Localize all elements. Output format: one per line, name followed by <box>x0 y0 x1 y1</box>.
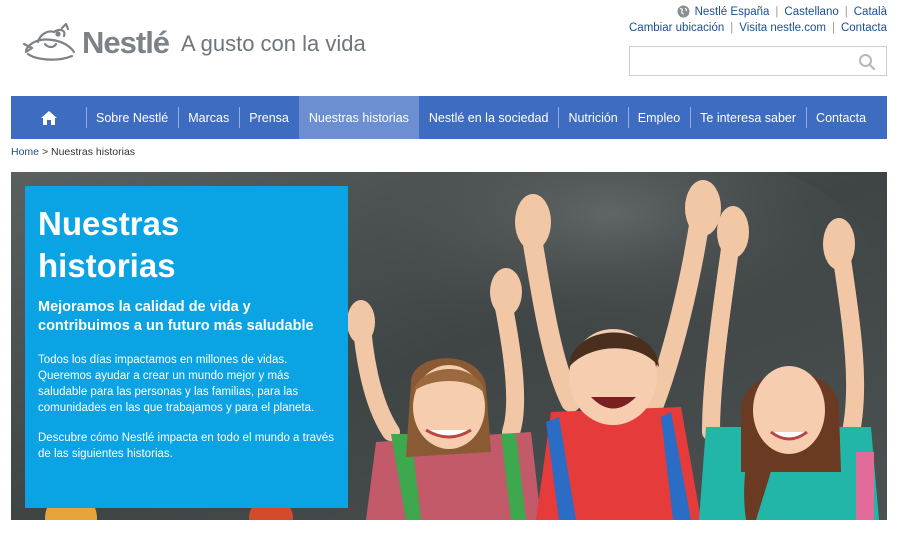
link-cambiar-ubicacion[interactable]: Cambiar ubicación <box>629 22 724 34</box>
separator: | <box>831 22 835 34</box>
link-visita-nestle-com[interactable]: Visita nestle.com <box>739 22 826 34</box>
separator: | <box>730 22 734 34</box>
link-castellano[interactable]: Castellano <box>784 6 838 18</box>
link-catala[interactable]: Català <box>854 6 887 18</box>
search-input[interactable] <box>630 47 850 75</box>
nav-item-nuestras-historias[interactable]: Nuestras historias <box>298 96 419 139</box>
tagline: A gusto con la vida <box>181 31 366 56</box>
hero-title-line1: Nuestras <box>38 205 180 242</box>
hero-paragraph-1: Todos los días impactamos en millones de… <box>38 354 315 414</box>
utility-links-second: Cambiar ubicación | Visita nestle.com | … <box>629 22 887 34</box>
nest-logo-icon <box>22 22 76 61</box>
separator: | <box>844 5 848 18</box>
hero-text-panel: Nuestras historias Mejoramos la calidad … <box>25 186 348 508</box>
main-navigation: Sobre Nestlé Marcas Prensa Nuestras hist… <box>11 96 887 139</box>
home-icon <box>40 110 57 125</box>
nav-item-sobre-nestle[interactable]: Sobre Nestlé <box>86 96 178 139</box>
search-icon[interactable] <box>858 53 876 71</box>
site-header: Nestlé A gusto con la vida Nestlé España… <box>0 0 900 95</box>
breadcrumb-home[interactable]: Home <box>11 146 39 158</box>
nav-item-contacta[interactable]: Contacta <box>806 96 876 139</box>
nav-item-te-interesa-saber[interactable]: Te interesa saber <box>690 96 806 139</box>
globe-icon <box>677 5 690 18</box>
nav-item-prensa[interactable]: Prensa <box>239 96 299 139</box>
hero-paragraph-2: Descubre cómo Nestlé impacta en todo el … <box>38 432 334 460</box>
separator: | <box>775 5 779 18</box>
breadcrumb-current: Nuestras historias <box>51 146 136 158</box>
hero-title-line2: historias <box>38 247 176 284</box>
search-box <box>629 46 887 76</box>
breadcrumb-separator: > <box>41 146 49 158</box>
nav-item-nutricion[interactable]: Nutrición <box>558 96 627 139</box>
nav-item-nestle-en-la-sociedad[interactable]: Nestlé en la sociedad <box>419 96 559 139</box>
link-nestle-espana[interactable]: Nestlé España <box>695 6 770 18</box>
nav-item-marcas[interactable]: Marcas <box>178 96 239 139</box>
hero-banner: Nuestras historias Mejoramos la calidad … <box>11 172 887 520</box>
link-contacta-header[interactable]: Contacta <box>841 22 887 34</box>
breadcrumb: Home > Nuestras historias <box>11 146 135 158</box>
hero-title: Nuestras historias <box>38 203 335 287</box>
nestle-logo[interactable]: Nestlé A gusto con la vida <box>18 20 366 68</box>
utility-links-top: Nestlé España | Castellano | Català <box>677 5 887 18</box>
hero-subtitle: Mejoramos la calidad de vida y contribui… <box>38 299 314 334</box>
nav-item-empleo[interactable]: Empleo <box>627 96 690 139</box>
nav-home[interactable] <box>11 96 86 139</box>
logo-wordmark: Nestlé <box>82 25 170 60</box>
